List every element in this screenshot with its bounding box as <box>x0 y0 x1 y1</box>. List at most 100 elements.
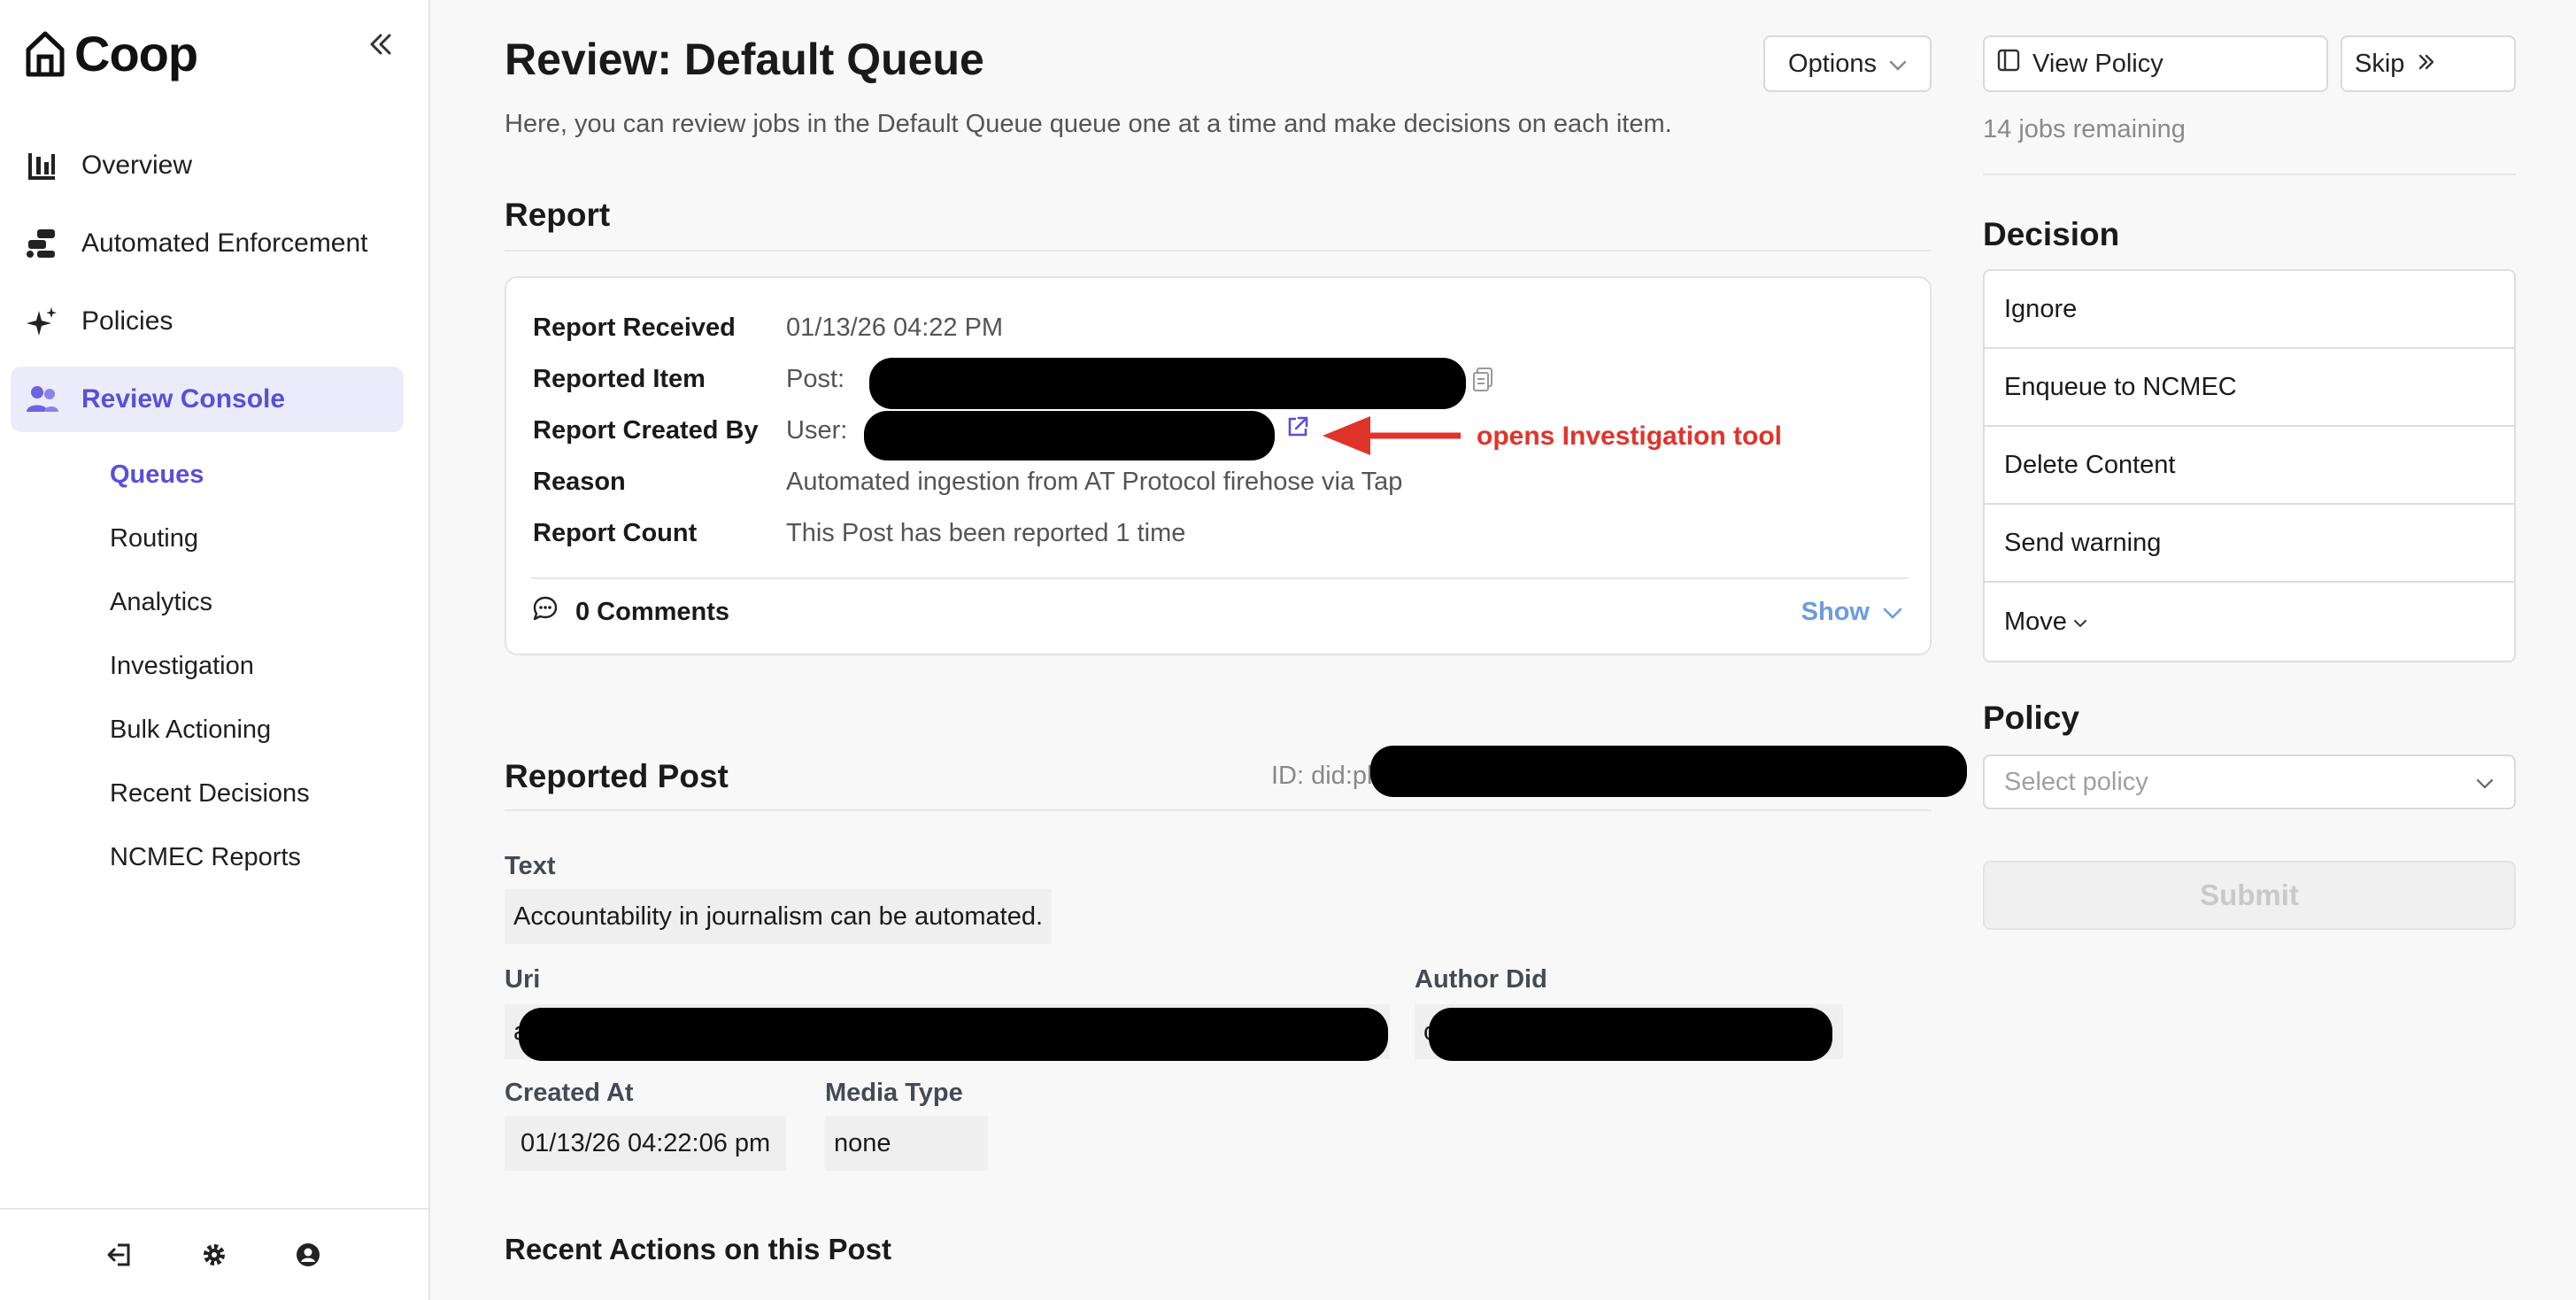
subnav-item-analytics[interactable]: Analytics <box>110 570 310 634</box>
gear-icon[interactable] <box>197 1237 232 1273</box>
show-label: Show <box>1801 597 1870 626</box>
decision-title: Decision <box>1983 216 2120 252</box>
decision-label: Move <box>2004 607 2067 636</box>
annotation-arrow <box>1323 416 1461 455</box>
comments-count: 0 Comments <box>531 595 729 629</box>
options-label: Options <box>1788 49 1877 78</box>
decision-send-warning[interactable]: Send warning <box>1985 505 2514 583</box>
subnav-item-bulk-actioning[interactable]: Bulk Actioning <box>110 698 310 762</box>
decision-enqueue-ncmec[interactable]: Enqueue to NCMEC <box>1985 349 2514 427</box>
skip-label: Skip <box>2355 49 2405 78</box>
decision-options: Ignore Enqueue to NCMEC Delete Content S… <box>1983 269 2516 662</box>
policy-select[interactable]: Select policy <box>1983 754 2516 809</box>
nav-item-automated-enforcement[interactable]: Automated Enforcement <box>11 211 404 276</box>
field-key: Report Received <box>533 313 736 342</box>
decision-move[interactable]: Move <box>1985 583 2514 661</box>
chevron-down-icon <box>2475 768 2495 797</box>
field-key: Report Created By <box>533 415 759 445</box>
field-value: 01/13/26 04:22 PM <box>786 313 1004 342</box>
report-created-by-row: Report Created By User: <box>533 409 847 452</box>
reason-row: Reason Automated ingestion from AT Proto… <box>533 460 1402 503</box>
comments-label: 0 Comments <box>575 597 730 626</box>
chat-bubble-icon <box>531 595 559 629</box>
field-value: Post: <box>786 364 845 393</box>
redacted-post-did <box>1370 746 1967 797</box>
nav-item-label: Review Console <box>81 384 286 414</box>
report-card: Report Received 01/13/26 04:22 PM Report… <box>505 276 1932 655</box>
nav-item-label: Overview <box>81 151 193 180</box>
policy-placeholder: Select policy <box>2004 767 2148 796</box>
nav-item-overview[interactable]: Overview <box>11 133 404 198</box>
annotation-label: opens Investigation tool <box>1477 422 1783 451</box>
subnav-item-ncmec-reports[interactable]: NCMEC Reports <box>110 825 310 889</box>
uri-label: Uri <box>505 965 541 994</box>
decision-ignore[interactable]: Ignore <box>1985 271 2514 349</box>
house-icon <box>25 30 66 78</box>
nav-item-policies[interactable]: Policies <box>11 289 404 354</box>
decision-delete-content[interactable]: Delete Content <box>1985 427 2514 505</box>
double-chevron-left-icon <box>366 30 395 63</box>
sidebar-panel-icon <box>1997 49 2020 79</box>
divider <box>505 250 1932 251</box>
media-type-label: Media Type <box>825 1079 963 1107</box>
comments-row: 0 Comments Show <box>531 577 1909 645</box>
page-title: Review: Default Queue <box>505 35 984 84</box>
page-subtitle: Here, you can review jobs in the Default… <box>505 110 1672 138</box>
chevron-down-icon <box>2072 607 2088 637</box>
external-link-icon[interactable] <box>1285 414 1310 444</box>
skip-button[interactable]: Skip <box>2341 35 2516 92</box>
post-text-value: Accountability in journalism can be auto… <box>505 889 1053 944</box>
subnav-item-recent-decisions[interactable]: Recent Decisions <box>110 762 310 825</box>
users-icon <box>25 382 60 417</box>
report-received-row: Report Received 01/13/26 04:22 PM <box>533 306 1003 349</box>
brand[interactable]: Coop <box>25 25 198 82</box>
brand-name: Coop <box>74 26 198 81</box>
redacted-user-id <box>864 411 1275 460</box>
subnav-item-queues[interactable]: Queues <box>110 443 310 507</box>
subnav-item-routing[interactable]: Routing <box>110 507 310 570</box>
nav-item-label: Automated Enforcement <box>81 228 368 258</box>
field-key: Report Count <box>533 518 698 547</box>
submit-button[interactable]: Submit <box>1983 861 2516 930</box>
jobs-remaining: 14 jobs remaining <box>1983 115 2186 143</box>
options-dropdown-button[interactable]: Options <box>1763 35 1932 92</box>
field-value: User: <box>786 415 848 445</box>
chevron-down-icon <box>1889 50 1907 79</box>
author-did-label: Author Did <box>1415 965 1547 994</box>
divider <box>1983 174 2516 175</box>
text-label: Text <box>505 852 556 880</box>
policy-title: Policy <box>1983 700 2079 736</box>
decision-panel: View Policy Skip 14 jobs remaining Decis… <box>1983 0 2516 1300</box>
view-policy-label: View Policy <box>2032 49 2163 78</box>
user-circle-icon[interactable] <box>290 1237 326 1273</box>
view-policy-button[interactable]: View Policy <box>1983 35 2328 92</box>
field-key: Reason <box>533 467 626 496</box>
recent-actions-title: Recent Actions on this Post <box>505 1233 891 1265</box>
created-at-label: Created At <box>505 1079 634 1107</box>
nav-item-review-console[interactable]: Review Console <box>11 367 404 432</box>
main-nav: Overview Automated Enforcement Policies … <box>11 133 404 445</box>
subnav-item-investigation[interactable]: Investigation <box>110 634 310 698</box>
show-comments-button[interactable]: Show <box>1801 598 1909 627</box>
workflow-icon <box>25 226 60 261</box>
reported-post-section-title: Reported Post <box>505 758 729 794</box>
chevron-down-icon <box>1882 598 1903 627</box>
reported-item-row: Reported Item Post: <box>533 358 845 400</box>
field-value: This Post has been reported 1 time <box>786 518 1186 547</box>
collapse-sidebar-button[interactable] <box>361 27 400 66</box>
copy-icon[interactable] <box>1471 367 1494 398</box>
nav-item-label: Policies <box>81 306 174 336</box>
created-at-value: 01/13/26 04:22:06 pm <box>505 1116 787 1171</box>
post-id-label: ID: did:pl <box>1271 762 1373 790</box>
report-count-row: Report Count This Post has been reported… <box>533 512 1185 554</box>
redacted-post-id <box>869 358 1466 409</box>
divider <box>505 809 1932 811</box>
field-value: Automated ingestion from AT Protocol fir… <box>786 467 1403 496</box>
field-key: Reported Item <box>533 364 706 393</box>
sparkle-icon <box>25 304 60 339</box>
logout-icon[interactable] <box>103 1237 138 1273</box>
media-type-value: none <box>825 1116 988 1171</box>
report-section-title: Report <box>505 197 611 233</box>
double-chevron-right-icon <box>2417 50 2436 79</box>
sidebar: Coop Overview Automated Enforcement Poli… <box>0 0 430 1300</box>
